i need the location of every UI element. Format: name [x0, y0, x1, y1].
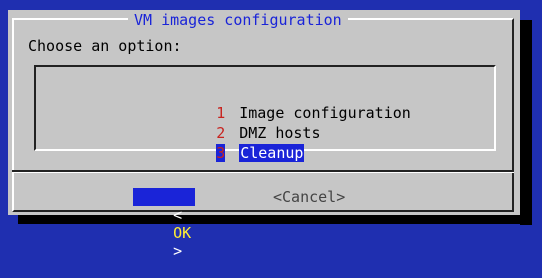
menu-list: 1 Image configuration 2 DMZ hosts 3 Cleanup	[34, 65, 496, 162]
dialog-shadow-bottom	[18, 215, 532, 224]
menu-item-dmz-hosts[interactable]: 2 DMZ hosts	[162, 106, 320, 142]
menu-item-label: Cleanup	[239, 144, 305, 162]
ok-left-bracket: <	[173, 206, 183, 224]
ok-button[interactable]: < OK >	[133, 188, 196, 260]
menu-item-tag: 3	[216, 144, 226, 162]
dialog-prompt: Choose an option:	[28, 37, 182, 55]
ok-button-label: OK	[173, 224, 192, 242]
dialog-title: VM images configuration	[128, 11, 348, 29]
button-separator	[12, 170, 514, 173]
menu-item-cleanup[interactable]: 3 Cleanup	[162, 126, 305, 162]
ok-right-bracket: >	[173, 242, 183, 260]
dialog-shadow-right	[520, 20, 532, 225]
menu-dialog: VM images configuration Choose an option…	[8, 10, 520, 260]
cancel-button[interactable]: <Cancel>	[273, 188, 345, 206]
menu-item-image-configuration[interactable]: 1 Image configuration	[162, 86, 411, 122]
